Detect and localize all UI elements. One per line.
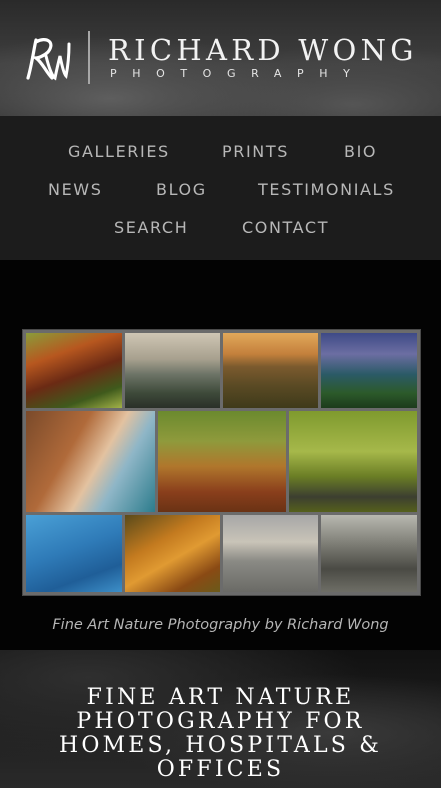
photo-redwood-forest[interactable]	[26, 333, 122, 408]
main-nav: GALLERIES PRINTS BIO NEWS BLOG TESTIMONI…	[0, 116, 441, 260]
site-header: RICHARD WONG PHOTOGRAPHY	[0, 0, 441, 116]
nav-news[interactable]: NEWS	[48, 180, 102, 200]
nav-prints[interactable]: PRINTS	[222, 142, 289, 162]
nav-contact[interactable]: CONTACT	[242, 218, 329, 238]
brand-name[interactable]: RICHARD WONG	[108, 33, 418, 67]
photo-vineyard-rows[interactable]	[223, 333, 318, 408]
logo-divider	[88, 31, 90, 84]
nav-testimonials[interactable]: TESTIMONIALS	[258, 180, 395, 200]
photo-river-canyon[interactable]	[321, 333, 417, 408]
logo-monogram[interactable]	[22, 34, 72, 82]
photo-cypress-coast[interactable]	[125, 333, 220, 408]
hero-title: FINE ART NATURE PHOTOGRAPHY FOR HOMES, H…	[58, 685, 383, 782]
brand-subtitle: PHOTOGRAPHY	[110, 67, 366, 80]
photo-autumn-maple[interactable]	[125, 515, 220, 592]
nav-galleries[interactable]: GALLERIES	[68, 142, 170, 162]
photo-collage[interactable]	[23, 330, 420, 595]
photo-coastal-waterfall[interactable]	[26, 411, 155, 512]
collage-caption: Fine Art Nature Photography by Richard W…	[52, 617, 389, 633]
photo-autumn-farm-road[interactable]	[158, 411, 286, 512]
nav-blog[interactable]: BLOG	[156, 180, 207, 200]
nav-search[interactable]: SEARCH	[114, 218, 188, 238]
nav-bio[interactable]: BIO	[344, 142, 377, 162]
photo-misty-lake[interactable]	[223, 515, 318, 592]
photo-ocean-surface[interactable]	[26, 515, 122, 592]
photo-cypress-tunnel[interactable]	[321, 515, 417, 592]
photo-oak-tree-lane[interactable]	[289, 411, 417, 512]
